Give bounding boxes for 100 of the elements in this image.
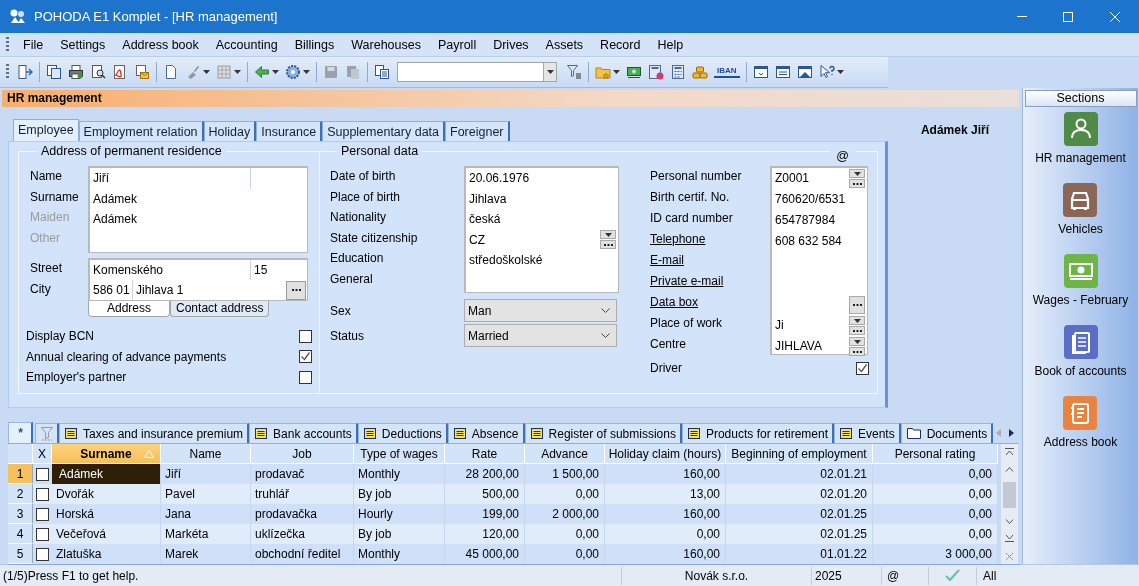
tab[interactable]: Employment relation [78, 121, 204, 141]
menu-item[interactable]: Help [648, 32, 692, 57]
tab[interactable]: Products for retirement [681, 423, 834, 443]
checkbox[interactable] [299, 350, 312, 364]
checkbox[interactable] [36, 527, 49, 541]
menu-item[interactable]: Accounting [206, 32, 286, 57]
calculator-percent-icon[interactable] [648, 64, 664, 80]
browse-button[interactable] [849, 347, 865, 356]
column-header[interactable]: Type of wages [354, 444, 445, 464]
section-label[interactable]: Address book [1043, 435, 1118, 449]
coins-icon[interactable] [692, 64, 708, 80]
folder-icon[interactable] [595, 64, 611, 80]
dropdown-button[interactable] [600, 230, 616, 240]
calculator-icon[interactable] [670, 64, 686, 80]
checkbox[interactable] [36, 467, 49, 481]
car-icon[interactable] [1063, 183, 1098, 217]
column-header[interactable]: Job [251, 444, 354, 464]
copy-icon[interactable] [46, 64, 62, 80]
tab[interactable]: Foreigner [445, 121, 510, 141]
section-label[interactable]: Vehicles [1058, 222, 1103, 236]
section-label[interactable]: HR management [1035, 151, 1126, 165]
tab[interactable]: Absence [447, 423, 525, 443]
exit-icon[interactable] [17, 64, 33, 80]
scroll-down-icon[interactable] [1005, 518, 1014, 524]
identity-fields[interactable]: Z0001 760620/6531 654787984 608 632 584 Ji JIHLAVA [770, 166, 868, 355]
browse-button[interactable] [849, 326, 865, 335]
column-header[interactable]: Rate [445, 444, 525, 464]
tab[interactable]: Holiday [203, 121, 257, 141]
menu-item[interactable]: Warehouses [342, 32, 429, 57]
menu-item[interactable]: Settings [51, 32, 114, 57]
link[interactable]: Private e-mail [650, 271, 724, 292]
checkbox[interactable] [856, 361, 869, 375]
pdf-icon[interactable] [112, 64, 128, 80]
browse-button[interactable] [849, 179, 865, 188]
checkbox[interactable] [36, 487, 49, 501]
tab[interactable]: Contact address [170, 301, 270, 317]
tab[interactable]: Events [834, 423, 901, 443]
dropdown[interactable]: Married [464, 324, 617, 347]
email-icon[interactable] [134, 64, 150, 80]
scroll-up-icon[interactable] [1005, 466, 1014, 472]
window-icon[interactable] [752, 64, 769, 80]
filter-tab[interactable] [35, 423, 59, 443]
address-book-icon[interactable] [1063, 396, 1098, 430]
column-header[interactable]: Surname [52, 444, 161, 464]
tab[interactable]: Register of submissions [524, 423, 682, 443]
back-arrow-icon[interactable] [254, 64, 270, 80]
tab[interactable]: Insurance [256, 121, 323, 141]
preview-icon[interactable] [90, 64, 106, 80]
menu-item[interactable]: Drives [484, 32, 537, 57]
column-header[interactable]: X [33, 444, 52, 464]
tab[interactable]: Employee [13, 119, 79, 141]
column-header[interactable]: Holiday claim (hours) [605, 444, 726, 464]
address-fields[interactable]: Komenského 15 586 01 Jihlava 1 [88, 258, 308, 301]
column-header[interactable]: Name [161, 444, 251, 464]
checkbox[interactable] [36, 547, 49, 561]
scroll-top-icon[interactable] [1005, 448, 1014, 456]
person-icon[interactable] [1063, 112, 1098, 146]
browse-button[interactable] [600, 240, 616, 250]
column-header[interactable]: Advance [525, 444, 605, 464]
link[interactable]: Telephone [650, 229, 706, 250]
tab[interactable]: Supplementary data [322, 121, 446, 141]
checkbox[interactable] [36, 507, 49, 521]
link[interactable]: Data box [650, 292, 699, 313]
menu-item[interactable]: Billings [285, 32, 343, 57]
print-icon[interactable] [68, 64, 84, 80]
dropdown-button[interactable] [849, 169, 865, 178]
row-number[interactable]: 3 [8, 504, 33, 524]
section-label[interactable]: Book of accounts [1034, 364, 1127, 378]
tab[interactable]: Documents [900, 423, 994, 443]
row-number[interactable]: 1 [8, 464, 33, 484]
document-icon[interactable] [163, 64, 179, 80]
window-icon[interactable] [796, 64, 813, 80]
notebook-icon[interactable] [1063, 325, 1098, 359]
tab[interactable]: Taxes and insurance premium [59, 423, 250, 443]
scroll-right-icon[interactable] [1009, 429, 1014, 437]
copy-document-icon[interactable] [374, 64, 390, 80]
tab[interactable]: Bank accounts [249, 423, 358, 443]
dropdown-button[interactable] [849, 316, 865, 325]
scroll-thumb[interactable] [1003, 482, 1016, 509]
browse-button[interactable] [286, 280, 306, 300]
section-label[interactable]: Wages - February [1032, 293, 1129, 307]
dropdown[interactable]: Man [464, 299, 617, 322]
menu-item[interactable]: Record [591, 32, 649, 57]
scrollbar[interactable] [1001, 444, 1018, 564]
resize-icon[interactable] [1006, 552, 1013, 560]
filter-icon[interactable] [566, 64, 582, 80]
dropdown-button[interactable] [849, 337, 865, 346]
scroll-bottom-icon[interactable] [1005, 534, 1014, 543]
tab[interactable]: * [8, 422, 33, 443]
gear-icon[interactable] [285, 64, 301, 80]
column-header[interactable]: Beginning of employment [726, 444, 873, 464]
menu-item[interactable]: Payroll [428, 32, 485, 57]
checkbox[interactable] [299, 370, 312, 384]
checkbox[interactable] [299, 329, 312, 343]
tab[interactable]: Address [88, 301, 171, 317]
menu-item[interactable]: Assets [536, 32, 592, 57]
row-number[interactable]: 5 [8, 544, 33, 564]
menu-item[interactable]: File [14, 32, 52, 57]
banknote-icon[interactable] [626, 64, 642, 80]
row-number[interactable]: 4 [8, 524, 33, 544]
